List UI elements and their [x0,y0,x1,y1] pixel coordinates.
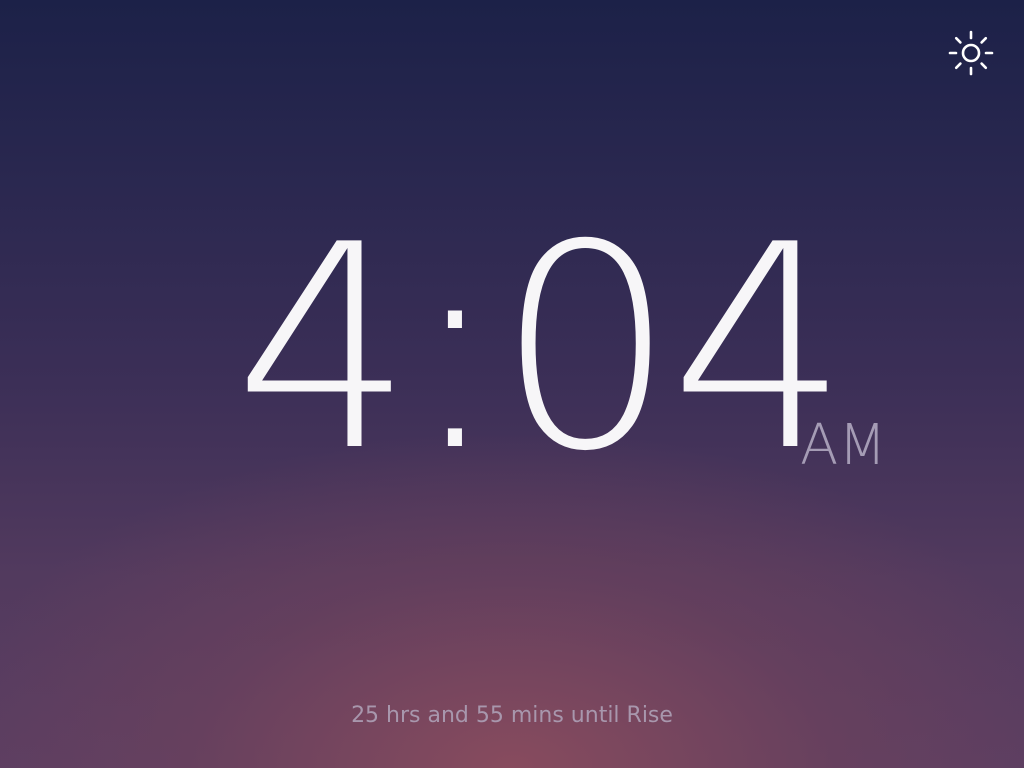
clock-time: 4:04 [234,184,849,513]
clock-meridiem: AM [800,413,887,478]
clock-display: 4:04 AM [0,0,1024,768]
alarm-clock-screen: { "clock": { "time": "4:04", "meridiem":… [0,0,1024,768]
alarm-countdown: 25 hrs and 55 mins until Rise [351,703,673,728]
